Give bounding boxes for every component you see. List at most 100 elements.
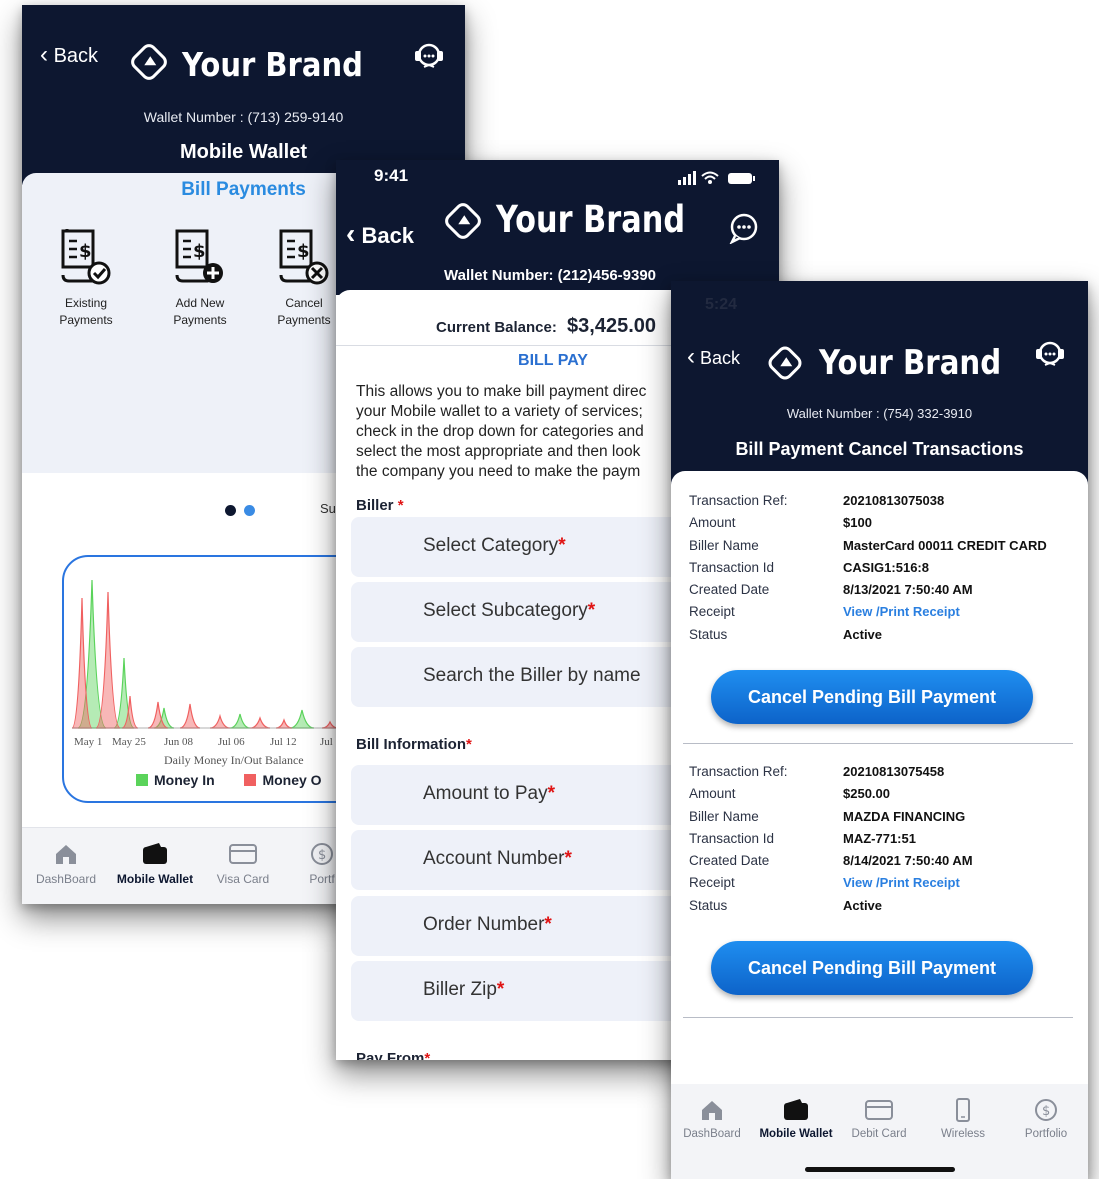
receipt-row: Receipt View /Print Receipt [689, 875, 1079, 897]
status-value: Active [843, 897, 883, 913]
chart-legend: Money In Money O [136, 772, 322, 788]
field-placeholder: Order Number [423, 914, 545, 935]
header: ‹ Back Your Brand Wallet Number : (713) … [22, 5, 465, 185]
description-line: This allows you to make bill payment dir… [356, 383, 647, 400]
tab-mobile-wallet[interactable]: Mobile Wallet [110, 842, 200, 886]
chat-icon[interactable] [728, 212, 760, 244]
cancel-pending-bill-payment-button[interactable]: Cancel Pending Bill Payment [711, 941, 1033, 995]
tab-dashboard[interactable]: DashBoard [22, 842, 111, 886]
home-icon [56, 845, 76, 864]
description-line: the company you need to make the paym [356, 463, 641, 480]
bill-cancel-icon: $ [279, 229, 329, 285]
required-marker: * [496, 979, 505, 1000]
back-button[interactable]: ‹ Back [346, 218, 414, 250]
description-line: select the most appropriate and then loo… [356, 443, 641, 460]
pay-from-label-text: Pay From [356, 1050, 425, 1060]
status-value: Active [843, 626, 883, 642]
tab-dashboard[interactable]: DashBoard [672, 1098, 752, 1140]
view-print-receipt-link[interactable]: View /Print Receipt [843, 604, 960, 619]
wallet-icon [784, 1099, 808, 1120]
current-balance: Current Balance: $3,425.00 [436, 315, 656, 338]
field-placeholder: Select Subcategory [423, 600, 588, 621]
required-marker: * [466, 736, 472, 753]
page-indicator[interactable] [225, 503, 263, 521]
status-time: 9:41 [374, 166, 409, 185]
chart-x-title: Daily Money In/Out Balance [164, 753, 304, 767]
legend-swatch-in [136, 774, 148, 786]
tab-mobile-wallet-label: Mobile Wallet [116, 872, 194, 886]
receipt-row: Receipt View /Print Receipt [689, 604, 1079, 626]
field-label: Status [689, 626, 728, 642]
home-indicator[interactable] [805, 1167, 955, 1172]
description-line: check in the drop down for categories an… [356, 423, 644, 440]
back-button[interactable]: ‹ Back [40, 41, 98, 69]
page-title: Bill Payment Cancel Transactions [735, 439, 1024, 459]
money-in-peak [229, 713, 251, 729]
page-dot[interactable] [244, 505, 255, 516]
support-icon[interactable] [412, 39, 446, 73]
tab-dashboard-label: DashBoard [683, 1128, 741, 1140]
tab-visa-card[interactable]: Visa Card [198, 842, 288, 886]
bill-add-icon: $ [175, 229, 223, 283]
existing-payments-label: Existing Payments [59, 296, 113, 327]
field-label: Created Date [689, 582, 770, 598]
field-placeholder: Biller Zip [423, 979, 497, 1000]
back-label: Back [700, 348, 741, 368]
required-marker: * [558, 535, 566, 556]
tab-debit-card[interactable]: Debit Card [839, 1098, 919, 1140]
back-button[interactable]: ‹ Back [687, 343, 740, 371]
transaction-card: Transaction Ref: 20210813075038 Amount $10… [689, 493, 1079, 649]
required-marker: * [587, 600, 596, 621]
required-marker: * [397, 497, 404, 514]
brand-logo-icon [765, 343, 805, 383]
support-icon[interactable] [1033, 337, 1067, 371]
status-icons [678, 171, 755, 185]
existing-payments-button[interactable]: $ Existing Payments [41, 227, 131, 329]
wallet-number: Wallet Number : (754) 332-3910 [786, 406, 973, 421]
money-out-peak [275, 718, 293, 729]
status-row: Status Active [689, 898, 1079, 920]
amount-row: Amount $100 [689, 515, 1079, 537]
transaction-card: Transaction Ref: 20210813075458 Amount $25… [689, 764, 1079, 920]
chevron-left-icon: ‹ [346, 218, 356, 249]
field-label: Amount [689, 515, 736, 531]
chart-x-tick: May 1 [74, 736, 102, 748]
svg-text:$: $ [1042, 1104, 1050, 1119]
page-dot-active[interactable] [225, 505, 236, 516]
legend-money-in: Money In [154, 772, 215, 788]
field-placeholder: Account Number [423, 848, 565, 869]
header: 9:41 ‹ Back Your Brand Wallet Number: (2… [336, 160, 779, 295]
amount-value: $100 [843, 515, 872, 531]
required-marker: * [544, 914, 552, 935]
brand-name: Your Brand [496, 198, 686, 241]
brand-name: Your Brand [819, 343, 1002, 383]
next-card-peek-label: Su [320, 501, 336, 516]
tab-mobile-wallet[interactable]: Mobile Wallet [756, 1098, 836, 1140]
bill-check-icon: $ [61, 229, 111, 285]
back-label: Back [361, 223, 415, 248]
add-new-payments-button[interactable]: $ Add New Payments [155, 227, 245, 329]
field-placeholder: Select Category [423, 535, 559, 556]
created-date-value: 8/14/2021 7:50:40 AM [843, 853, 973, 869]
transaction-id-row: Transaction Id CASIG1:516:8 [689, 560, 1079, 582]
view-print-receipt-link[interactable]: View /Print Receipt [843, 875, 960, 890]
card-icon [865, 1100, 893, 1120]
field-label: Transaction Id [689, 830, 775, 846]
svg-text:$: $ [79, 241, 92, 262]
svg-text:$: $ [193, 241, 206, 262]
status-row: Status Active [689, 627, 1079, 649]
field-placeholder: Amount to Pay [423, 783, 548, 804]
biller-name-row: Biller Name MAZDA FINANCING [689, 809, 1079, 831]
info-label-text: Bill Information [356, 736, 466, 753]
cancel-pending-bill-payment-button[interactable]: Cancel Pending Bill Payment [711, 670, 1033, 724]
back-label: Back [53, 45, 99, 67]
tab-wireless[interactable]: Wireless [923, 1098, 1003, 1140]
tab-portfolio[interactable]: $ Portfolio [1006, 1098, 1086, 1140]
tab-visa-card-label: Visa Card [216, 872, 270, 886]
required-marker: * [424, 1050, 431, 1060]
card-icon [229, 844, 257, 864]
legend-money-out: Money O [262, 772, 322, 788]
tab-debit-card-label: Debit Card [851, 1128, 907, 1140]
biller-name-value: MasterCard 00011 CREDIT CARD [843, 537, 1047, 553]
biller-name-row: Biller Name MasterCard 00011 CREDIT CARD [689, 538, 1079, 560]
